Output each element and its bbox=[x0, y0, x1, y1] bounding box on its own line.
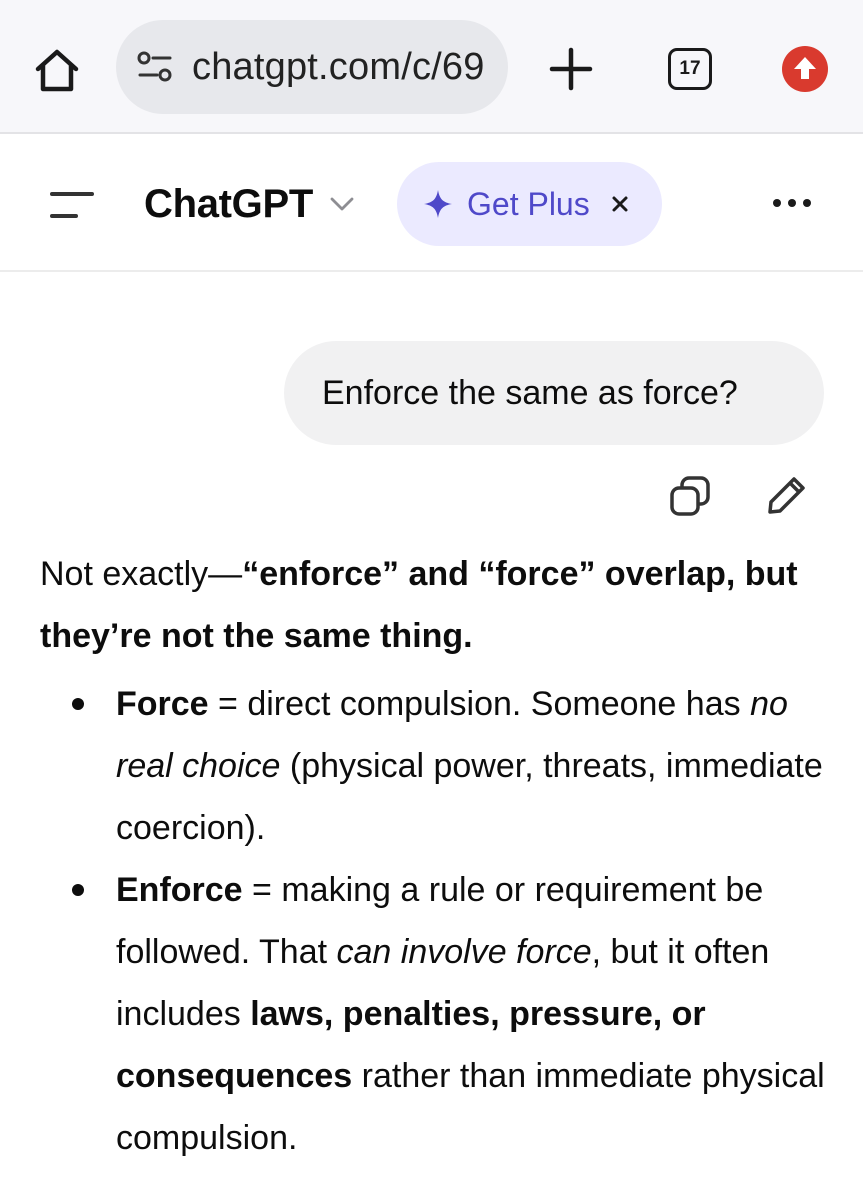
more-horizontal-icon[interactable] bbox=[768, 194, 816, 212]
address-bar[interactable]: chatgpt.com/c/69 bbox=[116, 20, 508, 114]
pencil-icon[interactable] bbox=[766, 474, 808, 516]
get-plus-label: Get Plus bbox=[467, 186, 590, 222]
answer-intro: Not exactly—“enforce” and “force” overla… bbox=[40, 543, 830, 667]
answer-bullet-list: Force = direct compulsion. Someone has n… bbox=[40, 673, 830, 1169]
browser-toolbar: chatgpt.com/c/69 17 bbox=[0, 0, 863, 134]
home-icon[interactable] bbox=[32, 46, 82, 96]
bullet-term: Force bbox=[116, 685, 209, 723]
copy-icon[interactable] bbox=[668, 474, 712, 518]
bullet-dot bbox=[72, 884, 84, 896]
model-selector[interactable]: ChatGPT bbox=[144, 176, 355, 232]
tune-icon[interactable] bbox=[136, 48, 174, 86]
url-text[interactable]: chatgpt.com/c/69 bbox=[192, 20, 492, 114]
app-header: ChatGPT Get Plus bbox=[0, 136, 863, 272]
model-name: ChatGPT bbox=[144, 181, 314, 226]
chevron-down-icon bbox=[330, 197, 354, 211]
answer-intro-text: Not exactly— bbox=[40, 555, 243, 593]
list-item: Enforce = making a rule or requirement b… bbox=[40, 859, 830, 1169]
bullet-term: Enforce bbox=[116, 871, 243, 909]
menu-icon[interactable] bbox=[48, 188, 96, 224]
sparkle-icon bbox=[424, 190, 452, 218]
update-arrow-icon[interactable] bbox=[782, 46, 828, 92]
assistant-message: Not exactly—“enforce” and “force” overla… bbox=[40, 543, 830, 1169]
tab-switcher-button[interactable]: 17 bbox=[668, 48, 712, 90]
bullet-dot bbox=[72, 698, 84, 710]
get-plus-button[interactable]: Get Plus bbox=[397, 162, 662, 246]
close-icon[interactable] bbox=[609, 193, 631, 215]
bullet-text: = direct compulsion. Someone has bbox=[208, 685, 751, 723]
bullet-italic: can involve force bbox=[336, 933, 592, 971]
list-item: Force = direct compulsion. Someone has n… bbox=[40, 673, 830, 859]
plus-icon[interactable] bbox=[548, 46, 594, 92]
user-message: Enforce the same as force? bbox=[284, 341, 824, 445]
